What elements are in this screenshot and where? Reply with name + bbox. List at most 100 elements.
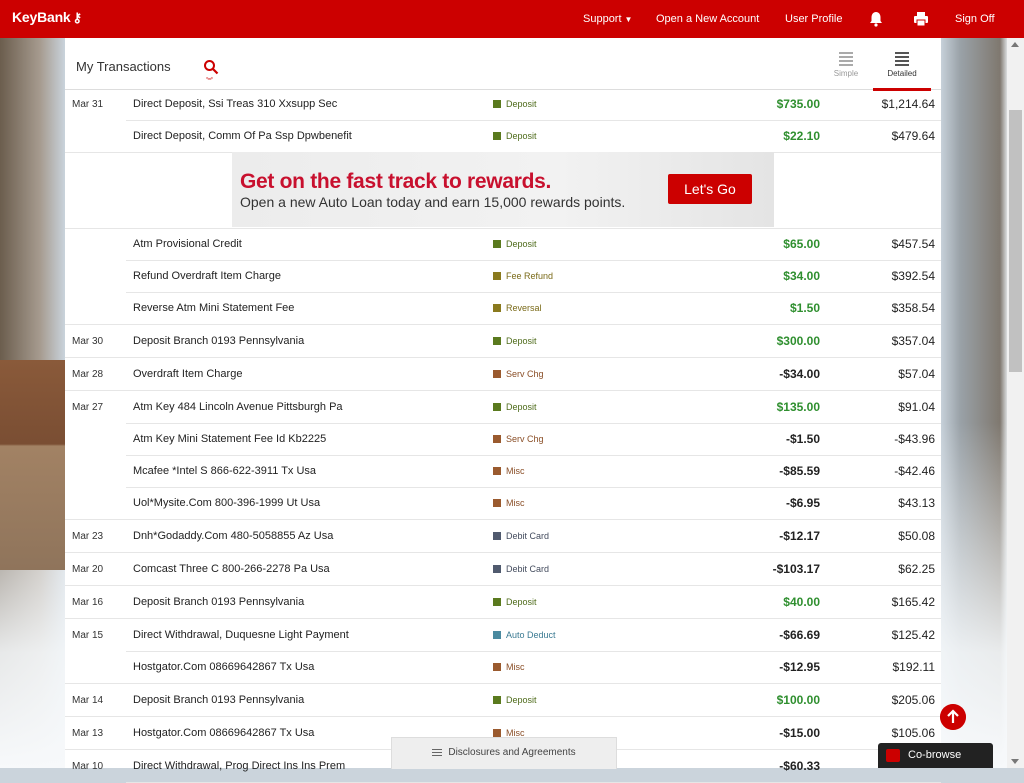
nav-user-profile[interactable]: User Profile (785, 0, 842, 38)
category-label: Deposit (506, 597, 537, 607)
transaction-amount: $40.00 (783, 595, 820, 609)
transaction-amount: -$85.59 (779, 464, 820, 478)
table-row[interactable]: Mar 15 Direct Withdrawal, Duquesne Light … (65, 619, 941, 652)
transaction-description: Direct Deposit, Comm Of Pa Ssp Dpwbenefi… (133, 130, 352, 142)
table-row[interactable]: Mar 30 Deposit Branch 0193 Pennsylvania De… (65, 325, 941, 358)
lets-go-button[interactable]: Let's Go (668, 174, 752, 204)
running-balance: $357.04 (891, 334, 935, 348)
chevron-down-icon[interactable]: ︾ (206, 76, 213, 86)
transaction-amount: $1.50 (789, 301, 820, 315)
category-label: Misc (506, 498, 525, 508)
category-badge: Deposit (493, 131, 537, 141)
transaction-description: Comcast Three C 800-266-2278 Pa Usa (133, 563, 330, 575)
disclosures-button[interactable]: Disclosures and Agreements (391, 737, 617, 769)
category-badge: Deposit (493, 336, 537, 346)
keybank-logo[interactable]: KeyBank ⚷ (12, 9, 82, 26)
table-row[interactable]: Direct Deposit, Comm Of Pa Ssp Dpwbenefi… (65, 121, 941, 153)
scroll-up-arrow-icon[interactable] (1011, 42, 1019, 47)
table-row[interactable]: Mar 23 Dnh*Godaddy.Com 480-5058855 Az Usa… (65, 520, 941, 553)
transaction-description: Refund Overdraft Item Charge (133, 270, 281, 282)
auto-loan-ad-banner[interactable]: Get on the fast track to rewards. Open a… (232, 152, 774, 227)
view-detailed-button[interactable]: Detailed (873, 49, 931, 91)
transaction-date: Mar 30 (72, 336, 104, 347)
scrollbar-thumb[interactable] (1009, 110, 1022, 372)
category-color-swatch (493, 370, 501, 378)
transaction-description: Dnh*Godaddy.Com 480-5058855 Az Usa (133, 530, 334, 542)
transaction-amount: -$12.17 (779, 529, 820, 543)
table-row[interactable]: Refund Overdraft Item Charge Fee Refund $3… (65, 261, 941, 293)
transaction-amount: $65.00 (783, 237, 820, 251)
transaction-date: Mar 10 (72, 761, 104, 772)
category-badge: Debit Card (493, 531, 549, 541)
category-label: Deposit (506, 695, 537, 705)
transaction-amount: $22.10 (783, 129, 820, 143)
table-row[interactable]: Mar 28 Overdraft Item Charge Serv Chg -$34.… (65, 358, 941, 391)
transaction-amount: $735.00 (776, 97, 820, 111)
category-label: Deposit (506, 336, 537, 346)
category-badge: Misc (493, 466, 525, 476)
cobrowse-icon (886, 749, 900, 762)
table-row[interactable]: Mar 31 Direct Deposit, Ssi Treas 310 Xxsu… (65, 89, 941, 121)
document-lines-icon (432, 747, 443, 758)
table-row[interactable]: Mcafee *Intel S 866-622-3911 Tx Usa Misc -… (65, 456, 941, 488)
transaction-description: Uol*Mysite.Com 800-396-1999 Ut Usa (133, 497, 321, 509)
transaction-date: Mar 16 (72, 597, 104, 608)
category-color-swatch (493, 467, 501, 475)
back-to-top-button[interactable] (940, 704, 966, 730)
transactions-header: My Transactions ︾ Simple Detailed (65, 38, 941, 91)
running-balance: $125.42 (891, 628, 935, 642)
table-row[interactable]: Reverse Atm Mini Statement Fee Reversal $1… (65, 293, 941, 325)
category-color-swatch (493, 337, 501, 345)
category-badge: Misc (493, 498, 525, 508)
table-row[interactable]: Mar 27 Atm Key 484 Lincoln Avenue Pittsbu… (65, 391, 941, 424)
category-label: Debit Card (506, 531, 550, 541)
table-row[interactable]: Mar 20 Comcast Three C 800-266-2278 Pa Us… (65, 553, 941, 586)
transaction-date: Mar 20 (72, 564, 104, 575)
category-badge: Serv Chg (493, 369, 544, 379)
transaction-description: Mcafee *Intel S 866-622-3911 Tx Usa (133, 465, 317, 477)
running-balance: $105.06 (891, 726, 935, 740)
category-label: Fee Refund (506, 271, 554, 281)
list-simple-icon (839, 52, 853, 66)
running-balance: $192.11 (892, 660, 936, 674)
page-scrollbar[interactable] (1007, 38, 1024, 768)
transaction-description: Atm Key Mini Statement Fee Id Kb2225 (133, 433, 327, 445)
page-title: My Transactions (76, 59, 171, 74)
bell-icon[interactable] (867, 10, 885, 28)
table-row[interactable]: Atm Provisional Credit Deposit $65.00 $457.… (65, 229, 941, 261)
category-badge: Deposit (493, 99, 537, 109)
table-row[interactable]: Hostgator.Com 08669642867 Tx Usa Misc -$12… (65, 652, 941, 684)
ad-divider (65, 228, 941, 229)
nav-sign-off[interactable]: Sign Off (955, 0, 995, 38)
search-icon[interactable] (203, 59, 219, 75)
category-color-swatch (493, 631, 501, 639)
print-icon[interactable] (912, 10, 930, 28)
cobrowse-button[interactable]: Co-browse (878, 743, 993, 768)
transaction-amount: $34.00 (783, 269, 820, 283)
table-row[interactable]: Uol*Mysite.Com 800-396-1999 Ut Usa Misc -$… (65, 488, 941, 520)
table-row[interactable]: Mar 14 Deposit Branch 0193 Pennsylvania De… (65, 684, 941, 717)
scroll-down-arrow-icon[interactable] (1011, 759, 1019, 764)
category-color-swatch (493, 403, 501, 411)
table-row[interactable]: Mar 16 Deposit Branch 0193 Pennsylvania De… (65, 586, 941, 619)
nav-open-account[interactable]: Open a New Account (656, 0, 759, 38)
transaction-date: Mar 13 (72, 728, 104, 739)
transaction-amount: -$103.17 (772, 562, 820, 576)
category-color-swatch (493, 240, 501, 248)
category-color-swatch (493, 729, 501, 737)
transaction-date: Mar 27 (72, 402, 104, 413)
nav-support[interactable]: Support ▼ (583, 0, 632, 38)
category-color-swatch (493, 272, 501, 280)
running-balance: $50.08 (898, 529, 935, 543)
transaction-date: Mar 23 (72, 531, 104, 542)
table-row[interactable]: Atm Key Mini Statement Fee Id Kb2225 Serv… (65, 424, 941, 456)
view-simple-button[interactable]: Simple (823, 49, 869, 89)
transaction-description: Atm Key 484 Lincoln Avenue Pittsburgh Pa (133, 401, 343, 413)
running-balance: $91.04 (898, 400, 935, 414)
caret-down-icon: ▼ (624, 14, 633, 24)
category-label: Deposit (506, 131, 537, 141)
category-badge: Reversal (493, 303, 542, 313)
category-badge: Serv Chg (493, 434, 544, 444)
category-color-swatch (493, 304, 501, 312)
category-label: Serv Chg (506, 434, 544, 444)
